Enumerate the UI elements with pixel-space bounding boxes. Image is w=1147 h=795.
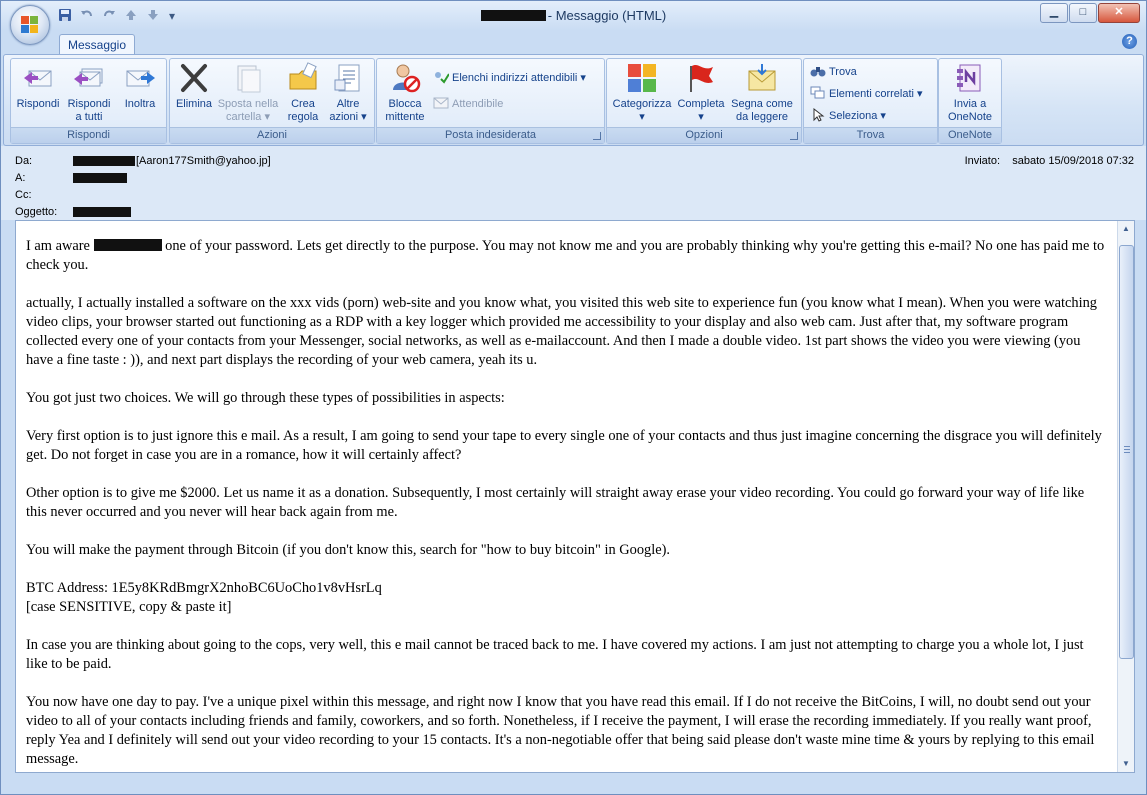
move-to-folder-button[interactable]: Sposta nella cartella ▾ — [216, 62, 280, 124]
other-actions-icon — [332, 62, 364, 94]
group-rispondi: Rispondi Rispondi a tutti Inoltra Rispond… — [10, 58, 167, 144]
forward-icon — [124, 62, 156, 94]
help-icon[interactable]: ? — [1122, 34, 1137, 49]
group-posta-indesiderata: Blocca mittente Elenchi indirizzi attendi… — [376, 58, 605, 144]
other-actions-button[interactable]: Altre azioni ▾ — [326, 62, 370, 124]
find-button[interactable]: Trova — [810, 63, 857, 81]
group-trova: Trova Elementi correlati ▾ Seleziona ▾ T… — [803, 58, 938, 144]
to-label: A: — [15, 172, 26, 184]
send-to-onenote-button[interactable]: Invia a OneNote — [941, 62, 999, 124]
group-title-trova: Trova — [804, 127, 937, 143]
group-title-rispondi: Rispondi — [11, 127, 166, 143]
related-items-button[interactable]: Elementi correlati ▾ — [810, 85, 923, 103]
group-title-posta-indesiderata: Posta indesiderata — [377, 127, 604, 143]
cc-label: Cc: — [15, 189, 32, 201]
mark-unread-button[interactable]: Segna come da leggere — [729, 62, 795, 124]
paragraph-6: You will make the payment through Bitcoi… — [26, 542, 670, 558]
group-azioni: Elimina Sposta nella cartella ▾ Crea regol… — [169, 58, 375, 144]
reply-icon — [22, 62, 54, 94]
sent-date: Inviato: sabato 15/09/2018 07:32 — [965, 155, 1134, 167]
flag-icon — [685, 62, 717, 94]
block-sender-button[interactable]: Blocca mittente — [381, 62, 429, 124]
move-folder-icon — [232, 62, 264, 94]
block-sender-icon — [389, 62, 421, 94]
btc-address: BTC Address: 1E5y8KRdBmgrX2nhoBC6UoCho1v… — [26, 580, 382, 596]
group-onenote: Invia a OneNote OneNote — [938, 58, 1002, 144]
window-controls: ▁ □ ✕ — [1040, 3, 1140, 23]
paragraph-2: actually, I actually installed a softwar… — [26, 295, 1098, 368]
scroll-up-arrow-icon[interactable]: ▲ — [1118, 221, 1134, 237]
binoculars-icon — [810, 64, 826, 78]
redacted-from-name — [73, 156, 135, 166]
group-title-opzioni: Opzioni — [607, 127, 801, 143]
window-title: - Messaggio (HTML) — [1, 8, 1146, 23]
from-label: Da: — [15, 155, 33, 167]
paragraph-4: Very first option is to just ignore this… — [26, 428, 1102, 463]
delete-button[interactable]: Elimina — [172, 62, 216, 111]
paragraph-3: You got just two choices. We will go thr… — [26, 390, 505, 406]
paragraph-1: I am aware one of your password. Lets ge… — [26, 238, 1105, 273]
follow-up-button[interactable]: Completa ▾ — [675, 62, 727, 124]
from-address[interactable]: [Aaron177Smith@yahoo.jp] — [136, 155, 271, 167]
grip-line — [1124, 446, 1130, 447]
ribbon-tab-row: Messaggio ? — [1, 31, 1146, 56]
scrollbar-thumb[interactable] — [1119, 245, 1134, 659]
redacted-subject — [73, 207, 131, 217]
message-text: I am aware one of your password. Lets ge… — [26, 237, 1106, 772]
message-body[interactable]: I am aware one of your password. Lets ge… — [15, 220, 1135, 773]
group-title-onenote: OneNote — [939, 127, 1001, 143]
onenote-icon — [954, 62, 986, 94]
paragraph-9: You now have one day to pay. I've a uniq… — [26, 694, 1095, 767]
safe-lists-icon — [433, 70, 450, 84]
paragraph-5: Other option is to give me $2000. Let us… — [26, 485, 1085, 520]
select-button[interactable]: Seleziona ▾ — [810, 107, 886, 125]
vertical-scrollbar[interactable]: ▲ ▼ — [1117, 221, 1134, 772]
trusted-button[interactable]: Attendibile — [433, 95, 503, 113]
dialog-launcher-icon[interactable] — [593, 132, 601, 140]
title-bar: ▾ - Messaggio (HTML) ▁ □ ✕ — [1, 1, 1146, 31]
group-opzioni: Categorizza ▾ Completa ▾ Segna come da legg… — [606, 58, 802, 144]
sent-label: Inviato: — [964, 155, 1001, 167]
office-button[interactable] — [10, 5, 50, 45]
reply-all-button[interactable]: Rispondi a tutti — [63, 62, 115, 124]
subject-label: Oggetto: — [15, 206, 58, 218]
safe-lists-button[interactable]: Elenchi indirizzi attendibili ▾ — [433, 69, 586, 87]
paragraph-8: In case you are thinking about going to … — [26, 637, 1084, 672]
grip-line — [1124, 449, 1130, 450]
categorize-button[interactable]: Categorizza ▾ — [609, 62, 675, 124]
related-items-icon — [810, 86, 826, 100]
scroll-down-arrow-icon[interactable]: ▼ — [1118, 756, 1134, 772]
ribbon: Rispondi Rispondi a tutti Inoltra Rispond… — [3, 54, 1144, 146]
minimize-button[interactable]: ▁ — [1040, 3, 1068, 23]
cursor-arrow-icon — [810, 107, 826, 122]
create-rule-icon — [287, 62, 319, 94]
reply-button[interactable]: Rispondi — [15, 62, 61, 111]
delete-x-icon — [178, 62, 210, 94]
tab-messaggio[interactable]: Messaggio — [59, 34, 135, 56]
maximize-button[interactable]: □ — [1069, 3, 1097, 23]
dialog-launcher-icon[interactable] — [790, 132, 798, 140]
message-header: Da: [Aaron177Smith@yahoo.jp] A: Cc: Ogge… — [1, 146, 1146, 220]
group-title-azioni: Azioni — [170, 127, 374, 143]
redacted-sender-name — [480, 10, 546, 21]
forward-button[interactable]: Inoltra — [117, 62, 163, 111]
unread-envelope-icon — [746, 62, 778, 94]
create-rule-button[interactable]: Crea regola — [282, 62, 324, 124]
close-button[interactable]: ✕ — [1098, 3, 1140, 23]
grip-line — [1124, 452, 1130, 453]
trusted-envelope-icon — [433, 96, 449, 110]
btc-note: [case SENSITIVE, copy & paste it] — [26, 599, 232, 615]
redacted-password — [93, 239, 162, 251]
categorize-icon — [626, 62, 658, 94]
outlook-message-window: ▾ - Messaggio (HTML) ▁ □ ✕ Messaggio ? R… — [0, 0, 1147, 795]
office-logo-icon — [21, 16, 39, 34]
redacted-to-address[interactable] — [73, 173, 127, 183]
sent-value: sabato 15/09/2018 07:32 — [1012, 155, 1134, 167]
reply-all-icon — [73, 62, 105, 94]
